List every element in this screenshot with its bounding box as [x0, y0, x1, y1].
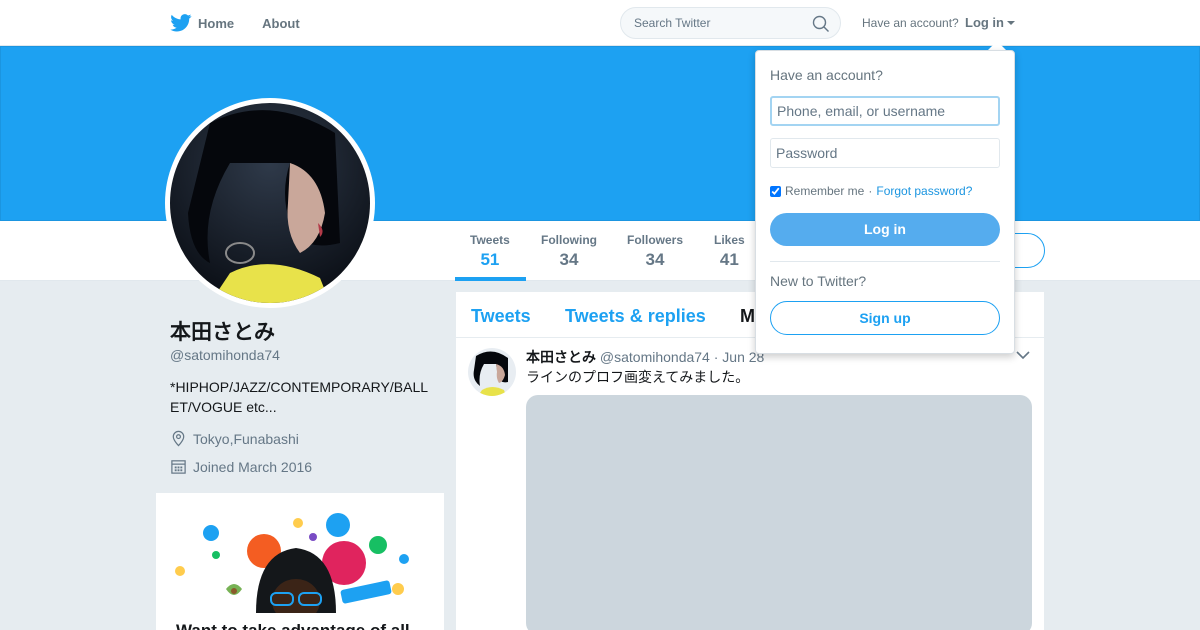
- tweet-author-handle[interactable]: @satomihonda74: [600, 349, 710, 365]
- profile-location: Tokyo,Funabashi: [170, 430, 299, 447]
- dropdown-title: Have an account?: [770, 67, 883, 83]
- profile-avatar[interactable]: [165, 98, 375, 308]
- dropdown-divider: [770, 261, 1000, 262]
- avatar-image: [170, 103, 370, 303]
- stat-label: Followers: [627, 233, 684, 247]
- tab-media[interactable]: M: [740, 306, 755, 327]
- profile-bio: *HIPHOP/JAZZ/CONTEMPORARY/BALLET/VOGUE e…: [170, 379, 429, 415]
- stat-value: 34: [559, 250, 579, 269]
- stat-value: 41: [719, 250, 739, 269]
- signup-promo-card: Want to take advantage of all: [156, 493, 444, 630]
- stat-following[interactable]: Following 34: [541, 233, 597, 270]
- promo-illustration: [175, 513, 409, 623]
- profile-handle[interactable]: @satomihonda74: [170, 347, 280, 363]
- search-input[interactable]: Search Twitter: [620, 7, 841, 39]
- profile-name[interactable]: 本田さとみ: [170, 316, 275, 346]
- location-text: Tokyo,Funabashi: [193, 430, 299, 447]
- tab-tweets[interactable]: Tweets: [471, 306, 531, 327]
- stat-followers[interactable]: Followers 34: [627, 233, 683, 270]
- stat-tweets[interactable]: Tweets 51: [470, 233, 510, 270]
- forgot-password-link[interactable]: Forgot password?: [876, 184, 972, 198]
- search-placeholder: Search Twitter: [634, 16, 711, 30]
- nav-about-link[interactable]: About: [262, 16, 300, 31]
- stat-likes[interactable]: Likes 41: [714, 233, 745, 270]
- tweet-separator: ·: [713, 349, 719, 365]
- remember-me-checkbox[interactable]: [770, 185, 781, 197]
- active-tab-underline: [455, 277, 526, 281]
- tweet-media[interactable]: [526, 395, 1032, 630]
- login-dropdown-toggle[interactable]: Log in: [965, 15, 1015, 30]
- dropdown-arrow: [988, 41, 1006, 50]
- remember-separator: ·: [868, 184, 873, 198]
- joined-text: Joined March 2016: [193, 458, 313, 475]
- login-dropdown: Have an account? Remember me · Forgot pa…: [755, 50, 1015, 354]
- location-icon: [172, 430, 185, 447]
- tweet-avatar[interactable]: [468, 348, 516, 396]
- caret-down-icon: [1007, 20, 1015, 25]
- search-icon[interactable]: [812, 15, 830, 33]
- login-toggle-label: Log in: [965, 15, 1004, 30]
- new-to-twitter-text: New to Twitter?: [770, 273, 867, 289]
- password-field[interactable]: [770, 138, 1000, 168]
- stat-value: 34: [645, 250, 665, 269]
- nav-left-group: Home About: [170, 0, 328, 46]
- remember-me-row: Remember me · Forgot password?: [770, 184, 972, 198]
- signup-button[interactable]: Sign up: [770, 301, 1000, 335]
- stat-label: Likes: [714, 233, 745, 247]
- have-account-text: Have an account?: [862, 16, 959, 30]
- remember-me-label[interactable]: Remember me: [785, 184, 864, 198]
- tweet-text: ラインのプロフ画変えてみました。: [526, 369, 750, 385]
- promo-text: Want to take advantage of all: [176, 621, 410, 630]
- chevron-down-icon[interactable]: [1016, 350, 1030, 360]
- nav-home-link[interactable]: Home: [198, 16, 234, 31]
- stat-label: Tweets: [470, 233, 510, 247]
- stat-label: Following: [541, 233, 597, 247]
- top-navigation-bar: Home About Search Twitter Have an accoun…: [0, 0, 1200, 46]
- tweet-header: 本田さとみ @satomihonda74 · Jun 28: [526, 347, 764, 367]
- twitter-bird-icon[interactable]: [170, 14, 192, 32]
- stat-value: 51: [480, 250, 500, 269]
- login-button[interactable]: Log in: [770, 213, 1000, 246]
- profile-joined: Joined March 2016: [170, 458, 312, 475]
- username-field[interactable]: [770, 96, 1000, 126]
- tweet-author-name[interactable]: 本田さとみ: [526, 349, 596, 365]
- calendar-icon: [171, 460, 186, 474]
- tab-tweets-and-replies[interactable]: Tweets & replies: [565, 306, 706, 327]
